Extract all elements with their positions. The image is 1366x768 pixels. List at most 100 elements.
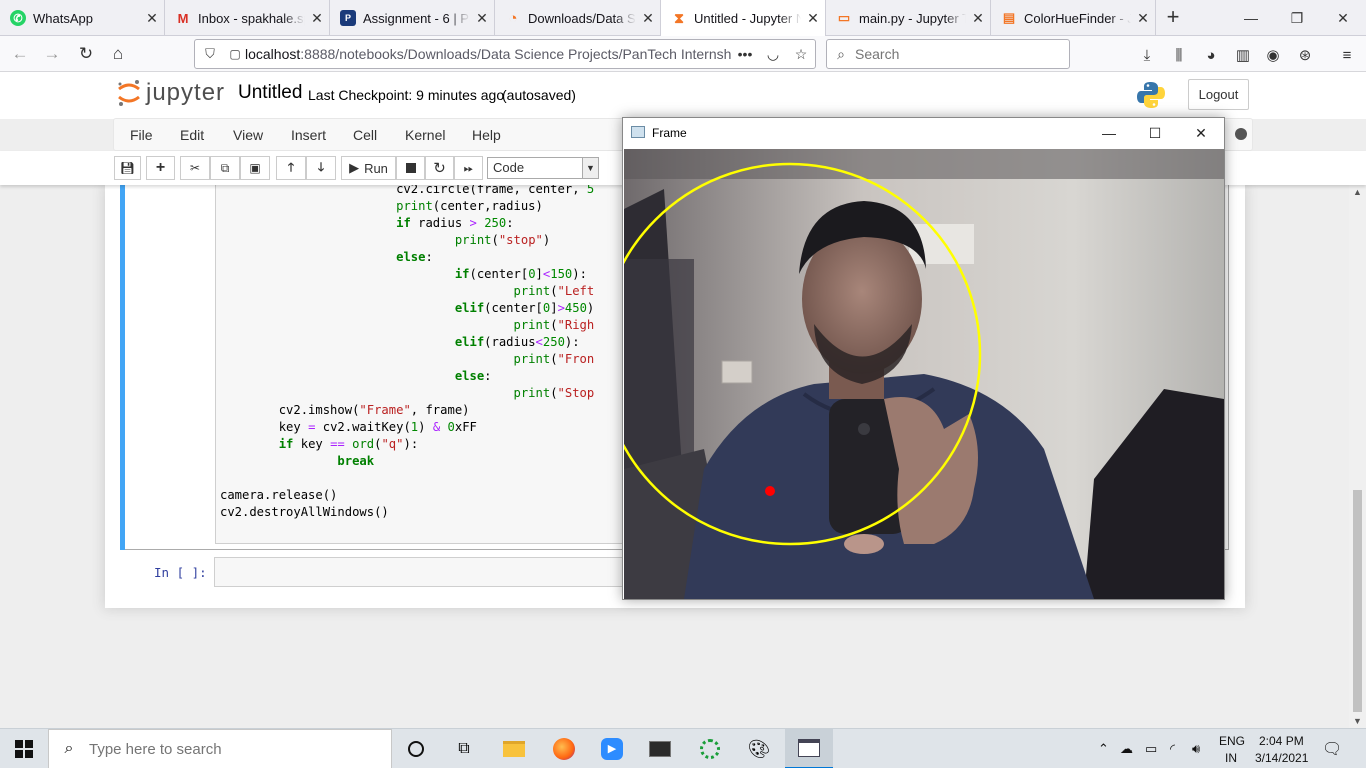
tab-untitled-jupyter[interactable]: ⧗ Untitled - Jupyter N ✕ bbox=[661, 0, 826, 37]
tab-downloads[interactable]: ◔ Downloads/Data Sc ✕ bbox=[495, 0, 661, 36]
language-region[interactable]: IN bbox=[1225, 751, 1237, 765]
arrow-down-icon: 🡓 bbox=[317, 159, 325, 174]
home-button[interactable]: ⌂ bbox=[104, 40, 132, 68]
paint-button[interactable]: 🎨︎ bbox=[735, 729, 783, 768]
notification-icon[interactable]: 🗨︎ bbox=[1322, 739, 1342, 759]
frame-minimize-button[interactable]: ― bbox=[1086, 118, 1132, 148]
cell-type-select[interactable]: Code ▼ bbox=[487, 157, 599, 179]
frame-maximize-button[interactable]: ☐ bbox=[1132, 118, 1178, 148]
close-icon[interactable]: ✕ bbox=[1131, 10, 1155, 27]
onedrive-icon[interactable]: ☁ bbox=[1120, 741, 1133, 757]
scrollbar-thumb[interactable] bbox=[1353, 490, 1362, 712]
tab-title: ColorHueFinder - Ju bbox=[1024, 10, 1131, 26]
file-icon: ▭ bbox=[837, 10, 851, 25]
firefox-button[interactable] bbox=[540, 729, 588, 768]
forward-button[interactable]: → bbox=[38, 40, 66, 68]
opencv-frame-window[interactable]: Frame ― ☐ ✕ bbox=[622, 117, 1225, 600]
clock-date[interactable]: 3/14/2021 bbox=[1255, 751, 1308, 765]
interrupt-button[interactable] bbox=[396, 156, 425, 180]
notebook-name[interactable]: Untitled bbox=[238, 82, 302, 104]
firefox-icon bbox=[553, 738, 575, 760]
frame-titlebar[interactable]: Frame ― ☐ ✕ bbox=[623, 118, 1224, 148]
page-actions-icon[interactable]: ••• bbox=[731, 46, 759, 62]
taskbar-search-input[interactable] bbox=[89, 740, 379, 758]
tab-gmail[interactable]: M Inbox - spakhale.sp ✕ bbox=[165, 0, 330, 36]
sidebar-icon[interactable]: ▥ bbox=[1232, 44, 1254, 66]
volume-icon[interactable]: 🔊︎ bbox=[1192, 741, 1200, 757]
close-icon[interactable]: ✕ bbox=[140, 10, 164, 27]
file-explorer-button[interactable] bbox=[490, 729, 538, 768]
run-button[interactable]: ▶ Run bbox=[341, 156, 396, 180]
menu-edit[interactable]: Edit bbox=[180, 127, 204, 143]
insert-cell-button[interactable]: + bbox=[146, 156, 175, 180]
page-scrollbar[interactable]: ▲ ▼ bbox=[1349, 185, 1366, 728]
zoom-button[interactable]: ▶ bbox=[588, 729, 636, 768]
task-view-button[interactable]: ⧉ bbox=[440, 729, 488, 768]
menu-file[interactable]: File bbox=[130, 127, 153, 143]
copy-button[interactable]: ⧉ bbox=[210, 156, 240, 180]
new-tab-button[interactable]: + bbox=[1160, 4, 1186, 30]
clock-time[interactable]: 2:04 PM bbox=[1259, 734, 1304, 748]
folder-icon bbox=[503, 741, 525, 757]
url-bar[interactable]: ⛉ ▢ localhost:8888/notebooks/Downloads/D… bbox=[194, 39, 816, 69]
search-bar[interactable]: ⌕ bbox=[826, 39, 1070, 69]
stop-icon bbox=[405, 163, 416, 173]
task-view-icon: ⧉ bbox=[458, 740, 470, 757]
downloads-icon[interactable]: ⤓ bbox=[1136, 44, 1158, 66]
menu-cell[interactable]: Cell bbox=[353, 127, 377, 143]
menu-kernel[interactable]: Kernel bbox=[405, 127, 445, 143]
restart-button[interactable]: ↻ bbox=[425, 156, 454, 180]
logout-button[interactable]: Logout bbox=[1188, 79, 1249, 110]
menu-icon[interactable]: ≡ bbox=[1336, 44, 1358, 66]
start-button[interactable] bbox=[0, 729, 48, 768]
page-icon[interactable]: ▢ bbox=[225, 47, 245, 61]
battery-icon[interactable]: ▭ bbox=[1145, 741, 1157, 757]
chevron-up-icon[interactable]: ⌃ bbox=[1098, 741, 1109, 757]
library-icon[interactable]: ⫼ bbox=[1168, 44, 1190, 66]
menu-help[interactable]: Help bbox=[472, 127, 501, 143]
python-window-button[interactable] bbox=[785, 729, 833, 768]
url-text[interactable]: localhost:8888/notebooks/Downloads/Data … bbox=[245, 46, 731, 62]
restart-run-all-button[interactable]: ⏩︎ bbox=[454, 156, 483, 180]
frame-close-button[interactable]: ✕ bbox=[1178, 118, 1224, 148]
extension-icon[interactable]: ◕ bbox=[1200, 44, 1222, 66]
tab-colorhuefinder[interactable]: ▤ ColorHueFinder - Ju ✕ bbox=[991, 0, 1156, 36]
terminal-button[interactable] bbox=[636, 729, 684, 768]
shield-icon[interactable]: ⛉ bbox=[195, 46, 225, 62]
language-indicator[interactable]: ENG bbox=[1219, 734, 1245, 748]
tab-whatsapp[interactable]: ✆ WhatsApp ✕ bbox=[0, 0, 165, 36]
move-up-button[interactable]: 🡑 bbox=[276, 156, 306, 180]
bookmark-star-icon[interactable]: ☆ bbox=[787, 46, 815, 63]
tab-main-py[interactable]: ▭ main.py - Jupyter Te ✕ bbox=[826, 0, 991, 36]
close-window-button[interactable]: ✕ bbox=[1320, 0, 1366, 36]
scroll-up-icon[interactable]: ▲ bbox=[1349, 187, 1366, 197]
scroll-down-icon[interactable]: ▼ bbox=[1349, 716, 1366, 726]
tab-assignment[interactable]: P Assignment - 6 | Pa ✕ bbox=[330, 0, 495, 36]
close-icon[interactable]: ✕ bbox=[470, 10, 494, 27]
restore-button[interactable]: ❐ bbox=[1274, 0, 1320, 36]
account-icon[interactable]: ◉ bbox=[1262, 44, 1284, 66]
menu-view[interactable]: View bbox=[233, 127, 263, 143]
back-button[interactable]: ← bbox=[6, 40, 34, 68]
cut-button[interactable]: ✂ bbox=[180, 156, 210, 180]
close-icon[interactable]: ✕ bbox=[966, 10, 990, 27]
save-button[interactable]: 💾︎ bbox=[114, 156, 141, 180]
move-down-button[interactable]: 🡓 bbox=[306, 156, 336, 180]
close-icon[interactable]: ✕ bbox=[636, 10, 660, 27]
close-icon[interactable]: ✕ bbox=[801, 10, 825, 27]
close-icon[interactable]: ✕ bbox=[305, 10, 329, 27]
jupyter-wordmark: jupyter bbox=[146, 79, 226, 106]
jupyter-logo[interactable]: jupyter bbox=[116, 78, 225, 108]
code-line: print(center,radius) bbox=[396, 199, 543, 213]
paste-button[interactable]: ▣ bbox=[240, 156, 270, 180]
cortana-button[interactable] bbox=[392, 729, 440, 768]
taskbar-search[interactable]: ⌕ bbox=[48, 729, 392, 768]
container-icon[interactable]: ⊛ bbox=[1294, 44, 1316, 66]
wifi-icon[interactable]: ◜ bbox=[1170, 741, 1175, 757]
pocket-icon[interactable]: ◡ bbox=[759, 46, 787, 63]
reload-button[interactable]: ↻ bbox=[72, 40, 100, 68]
search-input[interactable] bbox=[855, 46, 1055, 62]
menu-insert[interactable]: Insert bbox=[291, 127, 326, 143]
minimize-button[interactable]: ― bbox=[1228, 0, 1274, 36]
spinner-app-button[interactable] bbox=[686, 729, 734, 768]
